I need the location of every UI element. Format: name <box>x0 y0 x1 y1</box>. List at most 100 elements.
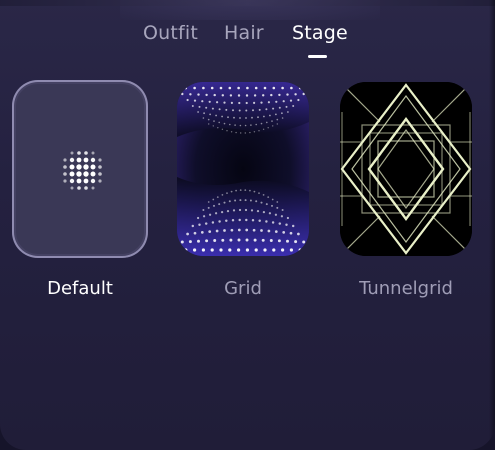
tab-outfit[interactable]: Outfit <box>143 22 198 44</box>
grid-dot <box>256 209 260 213</box>
grid-dot <box>255 123 257 126</box>
grid-dot <box>267 101 270 104</box>
grid-dot <box>252 228 256 232</box>
grid-dot <box>278 222 282 225</box>
grid-dot <box>215 114 217 117</box>
grid-dot <box>228 248 232 252</box>
grid-dot <box>237 86 240 90</box>
grid-dot <box>265 220 268 223</box>
grid-dot <box>217 127 219 129</box>
grid-dot <box>265 108 268 111</box>
grid-dot <box>205 93 208 97</box>
grid-dot <box>274 213 278 216</box>
grid-dot <box>260 101 263 104</box>
grid-dot <box>210 86 214 90</box>
tab-stage[interactable]: Stage <box>292 22 348 44</box>
grid-dot <box>214 212 218 215</box>
grid-dot <box>254 248 258 252</box>
grid-dot <box>237 238 241 242</box>
grid-dot <box>253 101 256 104</box>
grid-dot <box>267 127 269 129</box>
grid-dot <box>228 86 232 90</box>
grid-dot <box>294 240 298 244</box>
grid-dot <box>276 118 279 121</box>
grid-dot <box>218 220 221 223</box>
grid-dot <box>258 108 261 111</box>
grid-dot <box>307 248 309 252</box>
grid-dot <box>197 239 200 243</box>
grid-dot <box>262 194 265 196</box>
grid-dot <box>221 128 224 130</box>
grid-dot <box>263 115 265 118</box>
grid-dot <box>265 203 268 206</box>
stage-card-default[interactable] <box>12 80 148 258</box>
grid-dot <box>234 124 236 126</box>
grid-dot <box>238 218 241 222</box>
grid-dot <box>231 219 235 222</box>
grid-dot <box>203 112 205 115</box>
grid-dot <box>212 198 215 201</box>
grid-dot <box>188 240 192 244</box>
grid-dot <box>261 238 265 242</box>
grid-dot <box>193 99 197 102</box>
grid-dot <box>235 189 237 192</box>
grid-dot <box>289 231 293 235</box>
grid-dot <box>245 109 248 112</box>
grid-dot <box>257 116 259 119</box>
grid-dot <box>184 248 188 252</box>
grid-dot <box>298 86 302 90</box>
grid-dot <box>289 248 293 252</box>
grid-dot <box>226 130 228 132</box>
grid-dot <box>221 94 224 97</box>
grid-dot <box>226 209 230 213</box>
grid-dot <box>197 93 200 96</box>
grid-dot <box>268 212 272 215</box>
stage-picker-panel: Outfit Hair Stage Default Grid Tunnelgri… <box>0 0 495 450</box>
grid-dot <box>223 201 226 204</box>
grid-dot <box>210 248 214 252</box>
grid-dot <box>207 206 210 209</box>
grid-dot <box>294 93 297 96</box>
grid-dot <box>263 248 267 252</box>
grid-dot <box>239 117 241 119</box>
grid-dot <box>211 107 214 110</box>
grid-dot <box>184 86 188 90</box>
grid-dot <box>263 86 267 90</box>
grid-dot <box>270 93 273 97</box>
stage-label-grid: Grid <box>224 278 262 299</box>
grid-dot <box>297 232 300 236</box>
stage-card-grid[interactable] <box>177 82 309 256</box>
grid-dot <box>232 109 234 112</box>
grid-dot <box>200 231 204 234</box>
grid-dot <box>229 238 233 242</box>
grid-dot <box>213 204 215 207</box>
grid-dot <box>207 201 210 203</box>
grid-dot <box>246 86 249 90</box>
grid-preview <box>177 82 309 256</box>
grid-dot <box>232 209 236 212</box>
grid-dot <box>258 130 260 132</box>
stage-card-tunnelgrid[interactable] <box>340 82 472 256</box>
grid-dot <box>193 248 197 252</box>
grid-dot <box>249 189 251 192</box>
grid-dot <box>302 240 306 244</box>
grid-dot <box>180 240 184 244</box>
grid-dot <box>291 224 295 228</box>
grid-dot <box>226 192 228 194</box>
grid-dot <box>277 239 281 243</box>
panel-edge-shadow <box>489 0 495 450</box>
grid-dot <box>272 86 276 90</box>
tab-hair[interactable]: Hair <box>224 22 264 44</box>
grid-dot <box>193 86 196 90</box>
grid-dot <box>216 196 219 198</box>
grid-dot <box>302 92 305 96</box>
grid-dot <box>271 120 273 122</box>
grid-dot <box>186 98 189 102</box>
grid-dot <box>211 221 215 224</box>
grid-dot <box>201 100 204 103</box>
grid-dot <box>253 131 256 133</box>
grid-dot <box>237 94 241 97</box>
grid-dot <box>202 209 205 211</box>
grid-dot <box>230 228 234 232</box>
grid-dot <box>209 113 211 116</box>
